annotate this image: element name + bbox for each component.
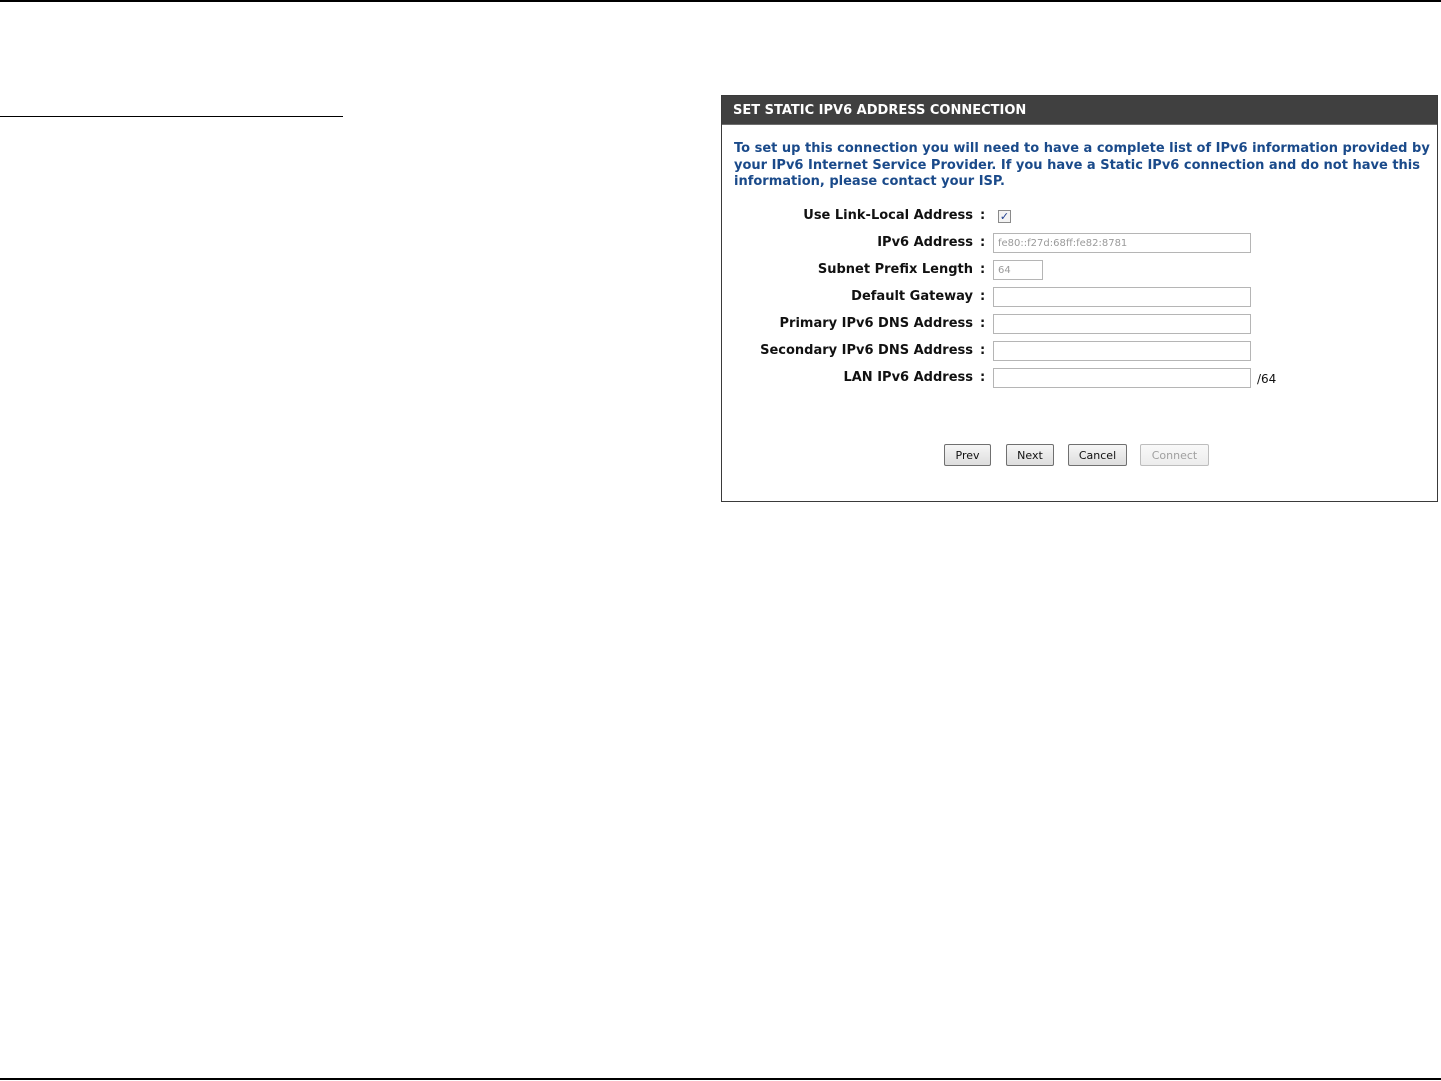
use-link-local-label: Use Link-Local Address xyxy=(803,208,973,223)
checkmark-icon: ✓ xyxy=(999,210,1010,223)
section-underline xyxy=(0,116,343,117)
next-button[interactable]: Next xyxy=(1006,444,1054,466)
lan-ipv6-address-field[interactable] xyxy=(993,368,1251,388)
prev-button[interactable]: Prev xyxy=(944,444,991,466)
cancel-button[interactable]: Cancel xyxy=(1068,444,1127,466)
colon: : xyxy=(980,343,986,358)
prefix-suffix: /64 xyxy=(1257,372,1277,386)
lan-ipv6-address-label: LAN IPv6 Address xyxy=(843,370,973,385)
row-primary-dns: Primary IPv6 DNS Address : xyxy=(722,314,1437,336)
subnet-prefix-length-field[interactable] xyxy=(993,260,1043,280)
default-gateway-field[interactable] xyxy=(993,287,1251,307)
row-subnet-prefix-length: Subnet Prefix Length : xyxy=(722,260,1437,282)
colon: : xyxy=(980,235,986,250)
ipv6-address-field[interactable] xyxy=(993,233,1251,253)
row-default-gateway: Default Gateway : xyxy=(722,287,1437,309)
page-bottom-rule xyxy=(0,1078,1441,1080)
row-secondary-dns: Secondary IPv6 DNS Address : xyxy=(722,341,1437,363)
colon: : xyxy=(980,208,986,223)
subnet-prefix-length-label: Subnet Prefix Length xyxy=(817,262,973,277)
ipv6-address-label: IPv6 Address xyxy=(877,235,973,250)
secondary-dns-field[interactable] xyxy=(993,341,1251,361)
default-gateway-label: Default Gateway xyxy=(851,289,973,304)
colon: : xyxy=(980,316,986,331)
page-top-rule xyxy=(0,0,1441,2)
colon: : xyxy=(980,262,986,277)
connect-button[interactable]: Connect xyxy=(1140,444,1209,466)
secondary-dns-label: Secondary IPv6 DNS Address xyxy=(760,343,973,358)
colon: : xyxy=(980,370,986,385)
row-use-link-local: Use Link-Local Address : ✓ xyxy=(722,206,1437,228)
colon: : xyxy=(980,289,986,304)
static-ipv6-panel: SET STATIC IPV6 ADDRESS CONNECTION To se… xyxy=(721,95,1438,502)
row-ipv6-address: IPv6 Address : xyxy=(722,233,1437,255)
intro-text: To set up this connection you will need … xyxy=(734,141,1430,189)
primary-dns-field[interactable] xyxy=(993,314,1251,334)
panel-title: SET STATIC IPV6 ADDRESS CONNECTION xyxy=(722,96,1437,125)
use-link-local-checkbox[interactable]: ✓ xyxy=(998,210,1011,223)
row-lan-ipv6-address: LAN IPv6 Address : /64 xyxy=(722,368,1437,390)
primary-dns-label: Primary IPv6 DNS Address xyxy=(779,316,973,331)
